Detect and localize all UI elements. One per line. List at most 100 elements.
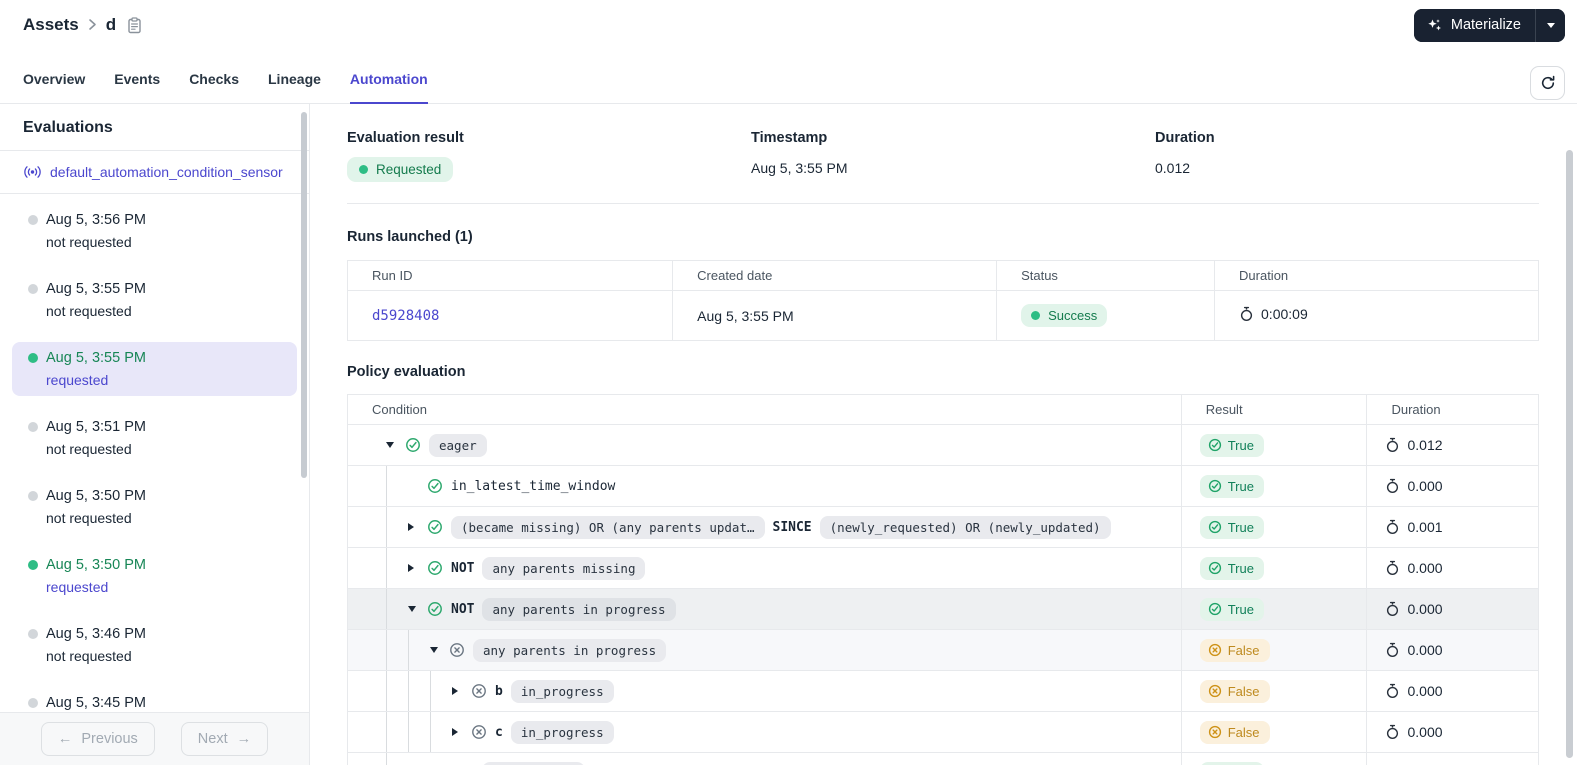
sensor-row: default_automation_condition_sensor	[0, 151, 309, 194]
evaluation-list-item[interactable]: Aug 5, 3:55 PM requested	[12, 342, 297, 396]
policy-condition-row[interactable]: NOTin_progress True 0.011	[347, 752, 1539, 765]
check-circle-icon	[428, 479, 442, 493]
policy-condition-row[interactable]: c in_progress False 0.000	[347, 711, 1539, 753]
policy-condition-row[interactable]: eager True 0.012	[347, 424, 1539, 466]
stopwatch-icon	[1387, 560, 1399, 575]
sensor-icon	[23, 165, 42, 179]
result-badge: True	[1199, 474, 1264, 498]
stopwatch-icon	[1387, 601, 1399, 616]
tree-indent-guide	[430, 712, 452, 752]
policy-condition-row[interactable]: NOT any parents missing True 0.000	[347, 547, 1539, 589]
status-dot-icon	[28, 491, 38, 501]
runs-column-header: Created date	[672, 260, 998, 291]
condition-pill: any parents missing	[482, 556, 646, 580]
copy-icon[interactable]	[127, 16, 142, 34]
runs-column-header: Status	[996, 260, 1216, 291]
condition-keyword: NOT	[451, 601, 475, 617]
status-dot-icon	[359, 165, 368, 174]
breadcrumb-asset-name: d	[105, 15, 117, 34]
evaluation-list-item[interactable]: Aug 5, 3:55 PM not requested	[12, 273, 297, 327]
caret-right-icon[interactable]	[408, 564, 414, 572]
condition-pill: eager	[429, 433, 487, 457]
tab-checks[interactable]: Checks	[189, 71, 239, 104]
result-badge-label: False	[1227, 683, 1260, 699]
tab-events[interactable]: Events	[114, 71, 160, 104]
tab-overview[interactable]: Overview	[23, 71, 85, 104]
condition-duration: 0.012	[1367, 425, 1538, 465]
tree-indent-guide	[386, 753, 408, 765]
caret-down-icon[interactable]	[430, 647, 438, 653]
sidebar-scrollbar[interactable]	[301, 112, 307, 478]
run-id-link[interactable]: d5928408	[372, 308, 439, 324]
evaluation-timestamp: Aug 5, 3:55 PM	[46, 281, 146, 297]
tree-indent-guide	[386, 466, 408, 506]
stopwatch-icon	[1387, 724, 1399, 739]
materialize-button[interactable]: Materialize	[1413, 8, 1535, 42]
condition-cell: NOT any parents missing	[348, 548, 1181, 588]
caret-down-icon[interactable]	[408, 606, 416, 612]
evaluation-detail: Evaluation result Requested Timestamp Au…	[310, 104, 1577, 765]
caret-down-icon[interactable]	[386, 442, 394, 448]
result-badge: True	[1199, 597, 1264, 621]
breadcrumb-assets-link[interactable]: Assets	[23, 15, 79, 35]
sensor-link[interactable]: default_automation_condition_sensor	[50, 164, 283, 180]
next-button[interactable]: Next →	[180, 722, 269, 756]
x-circle-icon	[472, 684, 486, 698]
evaluation-list-item[interactable]: Aug 5, 3:50 PM requested	[12, 549, 297, 603]
run-status-badge: Success	[1021, 304, 1108, 327]
status-dot-icon	[28, 698, 38, 708]
x-circle-icon	[450, 643, 464, 657]
page-scrollbar[interactable]	[1566, 150, 1573, 758]
tab-lineage[interactable]: Lineage	[268, 71, 321, 104]
breadcrumb: Assets d	[23, 15, 142, 35]
condition-pill: any parents in progress	[482, 597, 676, 621]
result-badge: True	[1199, 556, 1264, 580]
condition-keyword: c	[495, 724, 503, 740]
evaluation-list-item[interactable]: Aug 5, 3:51 PM not requested	[12, 411, 297, 465]
evaluation-status: requested	[46, 579, 109, 595]
condition-duration-value: 0.001	[1407, 519, 1443, 535]
evaluation-list-item[interactable]: Aug 5, 3:46 PM not requested	[12, 618, 297, 672]
condition-pill: (became missing) OR (any parents updat…	[451, 515, 765, 539]
x-circle-icon	[1208, 684, 1221, 698]
policy-condition-row[interactable]: any parents in progress False 0.000	[347, 629, 1539, 671]
condition-cell: NOT any parents in progress	[348, 589, 1181, 629]
condition-duration-value: 0.000	[1407, 683, 1443, 699]
runs-launched-title: Runs launched (1)	[347, 229, 473, 245]
condition-duration: 0.000	[1367, 671, 1538, 711]
status-dot-icon	[28, 215, 38, 225]
condition-keyword: b	[495, 683, 503, 699]
stopwatch-icon	[1387, 642, 1399, 657]
status-dot-icon	[28, 422, 38, 432]
refresh-button[interactable]	[1530, 66, 1565, 100]
policy-column-header: Condition	[347, 394, 1182, 425]
condition-duration: 0.000	[1367, 548, 1538, 588]
tree-indent-guide	[386, 630, 408, 670]
condition-duration-value: 0.000	[1407, 642, 1443, 658]
evaluation-timestamp: Aug 5, 3:51 PM	[46, 419, 146, 435]
condition-pill: in_progress	[510, 720, 614, 744]
materialize-dropdown-button[interactable]	[1535, 8, 1565, 42]
evaluation-timestamp: Aug 5, 3:55 PM	[46, 350, 146, 366]
arrow-right-icon: →	[236, 731, 252, 747]
caret-right-icon[interactable]	[452, 728, 458, 736]
caret-right-icon[interactable]	[408, 523, 414, 531]
result-badge: True	[1199, 433, 1264, 457]
tab-automation[interactable]: Automation	[349, 71, 428, 104]
run-duration: 0:00:09	[1239, 306, 1308, 322]
policy-condition-row[interactable]: in_latest_time_window True 0.000	[347, 465, 1539, 507]
stopwatch-icon	[1387, 519, 1399, 534]
policy-condition-row[interactable]: (became missing) OR (any parents updat… S…	[347, 506, 1539, 548]
condition-duration-value: 0.000	[1407, 478, 1443, 494]
policy-condition-row[interactable]: b in_progress False 0.000	[347, 670, 1539, 712]
section-divider	[347, 203, 1539, 204]
condition-duration: 0.000	[1367, 466, 1538, 506]
policy-condition-row[interactable]: NOT any parents in progress True 0.000	[347, 588, 1539, 630]
evaluation-list-item[interactable]: Aug 5, 3:56 PM not requested	[12, 204, 297, 258]
previous-button[interactable]: ← Previous	[40, 722, 155, 756]
status-dot-icon	[1031, 311, 1041, 320]
evaluation-list-item[interactable]: Aug 5, 3:50 PM not requested	[12, 480, 297, 534]
condition-duration: 0.000	[1367, 589, 1538, 629]
tree-indent-guide	[408, 630, 430, 670]
caret-right-icon[interactable]	[452, 687, 458, 695]
